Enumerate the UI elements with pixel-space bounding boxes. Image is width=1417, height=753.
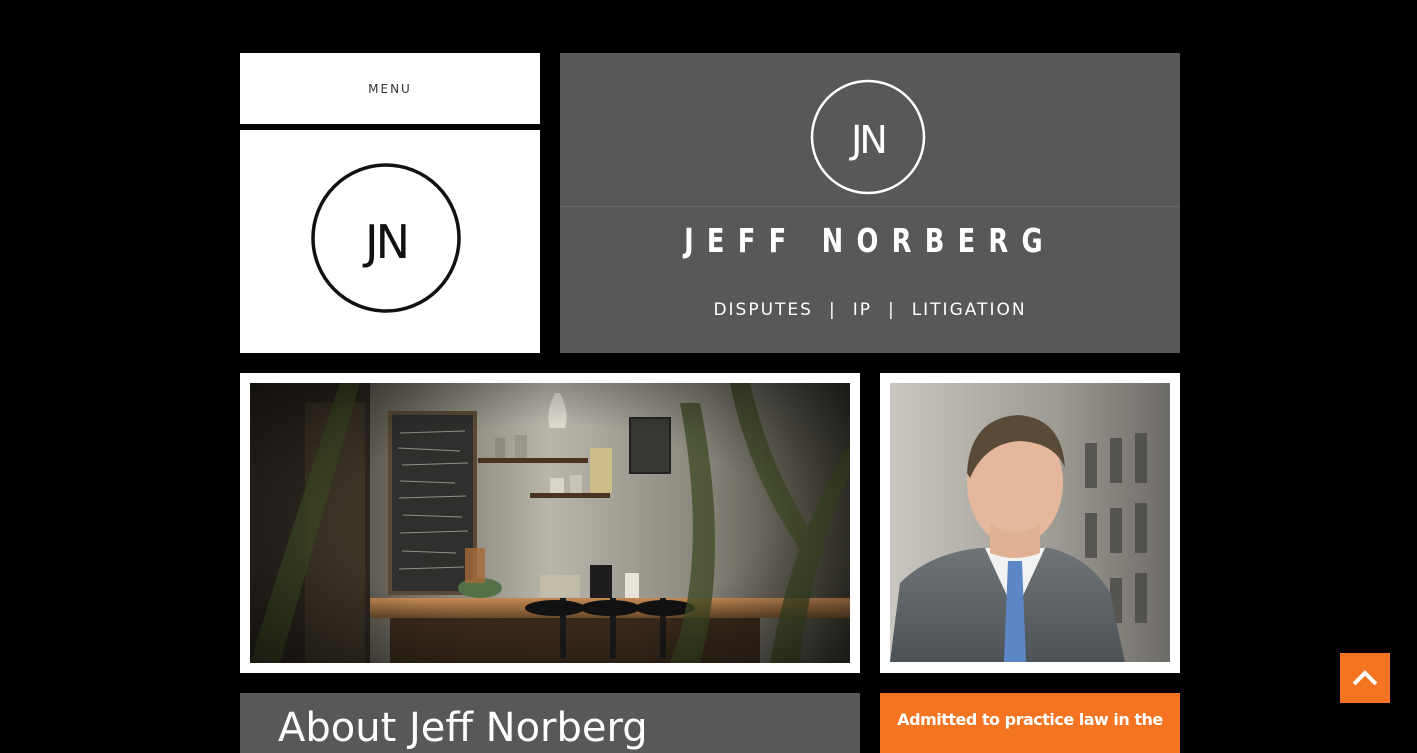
hero-divider xyxy=(560,206,1180,207)
office-photo-frame xyxy=(240,373,860,673)
menu-button[interactable]: MENU xyxy=(240,53,540,124)
attorney-portrait-image xyxy=(890,383,1170,662)
chevron-up-icon xyxy=(1352,670,1378,686)
logo-monogram: JN xyxy=(362,215,407,269)
admitted-text: Admitted to practice law in the xyxy=(897,710,1163,729)
office-photo xyxy=(250,383,850,663)
tagline-item: IP xyxy=(852,300,872,320)
scroll-to-top-button[interactable] xyxy=(1340,653,1390,703)
tagline-item: LITIGATION xyxy=(911,300,1027,320)
portrait-photo-frame xyxy=(880,373,1180,673)
hero-name: JEFF NORBERG xyxy=(684,221,1056,260)
hero-monogram: JN xyxy=(849,118,885,162)
about-section: About Jeff Norberg xyxy=(240,693,860,753)
tagline-separator: | xyxy=(828,300,837,320)
hero-banner: JN JEFF NORBERG DISPUTES | IP | LITIGATION xyxy=(560,53,1180,353)
hero-tagline: DISPUTES | IP | LITIGATION xyxy=(560,300,1180,320)
menu-label: MENU xyxy=(368,81,412,96)
about-title: About Jeff Norberg xyxy=(278,705,648,751)
tagline-separator: | xyxy=(887,300,896,320)
admitted-section: Admitted to practice law in the xyxy=(880,693,1180,753)
logo-tile[interactable]: JN xyxy=(240,130,540,353)
jn-logo-icon: JN xyxy=(311,163,461,313)
office-interior-image xyxy=(250,383,850,663)
portrait-photo xyxy=(890,383,1170,662)
jn-logo-icon: JN xyxy=(810,79,926,195)
tagline-item: DISPUTES xyxy=(713,300,813,320)
